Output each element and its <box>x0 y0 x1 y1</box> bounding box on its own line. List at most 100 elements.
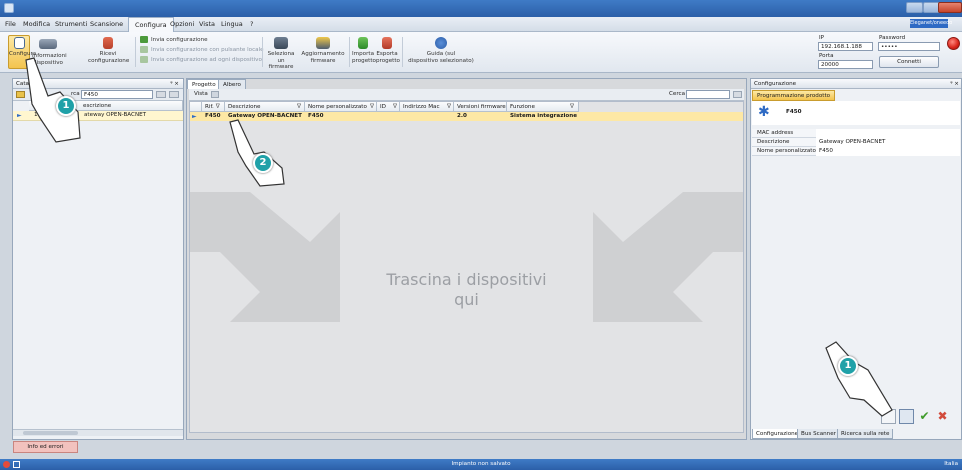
prop-row[interactable]: MAC address <box>752 129 960 138</box>
configure-icon <box>13 37 25 49</box>
prop-row[interactable]: Nome personalizzato F450 <box>752 147 960 156</box>
catalog-search-input[interactable]: F450 <box>81 90 153 99</box>
col-descrizione[interactable]: Descrizione ∇ <box>225 102 305 112</box>
prop-value[interactable] <box>816 129 960 138</box>
filter-icon[interactable]: ∇ <box>447 102 451 112</box>
catalog-pin-close[interactable]: ᵠ × <box>170 79 179 89</box>
prop-value[interactable]: F450 <box>816 147 960 156</box>
device-name: F450 <box>786 109 802 115</box>
tab-programmazione-prodotto[interactable]: Programmazione prodotto <box>752 90 836 101</box>
prop-key: Nome personalizzato <box>757 148 816 154</box>
vista-label[interactable]: Vista <box>194 91 208 97</box>
hand-pointer-shape <box>825 341 893 417</box>
menu-file[interactable]: File <box>5 20 16 28</box>
cerca-go-icon[interactable] <box>733 91 742 98</box>
filter-icon[interactable]: ∇ <box>370 102 374 112</box>
ip-label: IP <box>819 35 825 41</box>
importa-label-2: progetto <box>352 57 376 64</box>
ip-field[interactable]: 192.168.1.188 <box>818 42 873 51</box>
guida-button[interactable]: Guida (sul dispositivo selezionato) <box>407 35 475 69</box>
filter-icon[interactable]: ∇ <box>570 102 574 112</box>
ribbon-separator <box>349 37 350 67</box>
search-go-icon[interactable] <box>169 91 179 98</box>
menu-lingua[interactable]: Lingua <box>221 20 243 28</box>
importa-progetto-button[interactable]: Importa progetto <box>352 35 376 69</box>
seleziona-label-2: un firmware <box>268 57 294 71</box>
col-versioni-firmware[interactable]: Versioni firmware <box>454 102 507 112</box>
cerca-input[interactable] <box>686 90 730 99</box>
prop-key: Descrizione <box>757 139 790 145</box>
user-badge: Eleganet/oneedo <box>910 19 953 28</box>
filter-icon[interactable]: ∇ <box>297 102 301 112</box>
col-nome-personalizzato[interactable]: Nome personalizzato ∇ <box>305 102 377 112</box>
vista-icon[interactable] <box>211 91 219 98</box>
porta-field[interactable]: 20000 <box>818 60 873 69</box>
confirm-icon[interactable]: ✔ <box>917 409 932 424</box>
filter-icon[interactable]: ∇ <box>214 103 220 110</box>
project-toolbar: Vista Cerca <box>189 89 744 101</box>
menu-bar: File Modifica Strumenti Scansione Config… <box>0 17 962 32</box>
grid-corner <box>190 102 202 112</box>
aggiornamento-firmware-button[interactable]: Aggiornamento firmware <box>300 35 346 69</box>
col-funzione[interactable]: Funzione ∇ <box>507 102 579 112</box>
cancel-icon[interactable]: ✖ <box>935 409 950 424</box>
send-icon <box>140 36 148 43</box>
tab-progetto[interactable]: Progetto <box>187 79 221 89</box>
status-center-text: Impianto non salvato <box>451 461 511 467</box>
scroll-thumb[interactable] <box>23 431 78 435</box>
password-field[interactable]: ••••• <box>878 42 940 51</box>
connetti-button[interactable]: Connetti <box>879 56 939 68</box>
ribbon-separator <box>262 37 263 67</box>
col-indirizzo-mac[interactable]: Indirizzo Mac ∇ <box>400 102 454 112</box>
importa-label-1: Importa <box>352 51 374 57</box>
menu-opzioni[interactable]: Opzioni <box>170 20 194 28</box>
col-nome-label: Nome personalizzato <box>308 104 367 110</box>
catalog-row-descr: ateway OPEN-BACNET <box>84 112 147 118</box>
esporta-label-2: progetto <box>376 57 400 64</box>
col-rif-label: Rif. <box>205 104 214 110</box>
menu-help[interactable]: ? <box>250 20 253 28</box>
seleziona-firmware-button[interactable]: Seleziona un firmware <box>266 35 296 71</box>
invia-configurazione-button[interactable]: Invia configurazione <box>140 36 208 43</box>
menu-configura[interactable]: Configura <box>128 17 174 32</box>
prop-value[interactable]: Gateway OPEN-BACNET <box>816 138 960 147</box>
esporta-label-1: Esporta <box>376 51 398 57</box>
receive-icon <box>103 37 113 49</box>
send-all-icon <box>140 56 148 63</box>
col-rif[interactable]: Rif. ∇ <box>202 102 225 112</box>
aggiornamento-label-2: firmware <box>310 57 336 64</box>
close-button[interactable] <box>938 2 962 13</box>
connection-status-icon <box>947 37 960 50</box>
tab-bus-scanner[interactable]: Bus Scanner <box>797 429 840 439</box>
col-mac-label: Indirizzo Mac <box>403 104 440 110</box>
prop-row[interactable]: Descrizione Gateway OPEN-BACNET <box>752 138 960 147</box>
catalog-hscrollbar[interactable] <box>13 429 183 436</box>
ricevi-configurazione-button[interactable]: Ricevi configurazione <box>88 35 129 69</box>
tab-ricerca-sulla-rete[interactable]: Ricerca sulla rete <box>837 429 894 439</box>
invia-ogni-button[interactable]: Invia configurazione ad ogni dispositivo <box>140 56 262 63</box>
esporta-progetto-button[interactable]: Esporta progetto <box>376 35 400 69</box>
callout-badge: 1 <box>56 96 76 116</box>
tab-albero[interactable]: Albero <box>218 79 246 89</box>
menu-modifica[interactable]: Modifica <box>23 20 50 28</box>
prop-key: MAC address <box>757 130 794 136</box>
minimize-button[interactable] <box>906 2 923 13</box>
search-clear-icon[interactable] <box>156 91 166 98</box>
col-id-label: ID <box>380 104 386 110</box>
config-pin-close[interactable]: ᵠ × <box>950 79 959 89</box>
menu-scansione[interactable]: Scansione <box>90 20 123 28</box>
firmware-icon <box>274 37 288 49</box>
invia-pulsante-button[interactable]: Invia configurazione con pulsante locale <box>140 46 264 53</box>
ricevi-label-1: Ricevi <box>99 51 117 57</box>
drop-hint: Trascina i dispositivi qui <box>310 270 623 310</box>
col-id[interactable]: ID ∇ <box>377 102 400 112</box>
menu-strumenti[interactable]: Strumenti <box>55 20 87 28</box>
tab-configurazione[interactable]: Configurazione <box>752 429 803 439</box>
device-info-icon <box>39 39 57 49</box>
info-errori-button[interactable]: Info ed errori <box>13 441 78 453</box>
row-id <box>377 112 380 121</box>
filter-icon[interactable]: ∇ <box>393 102 397 112</box>
app-icon <box>4 3 14 13</box>
aggiornamento-label-1: Aggiornamento <box>301 51 345 57</box>
menu-vista[interactable]: Vista <box>199 20 215 28</box>
